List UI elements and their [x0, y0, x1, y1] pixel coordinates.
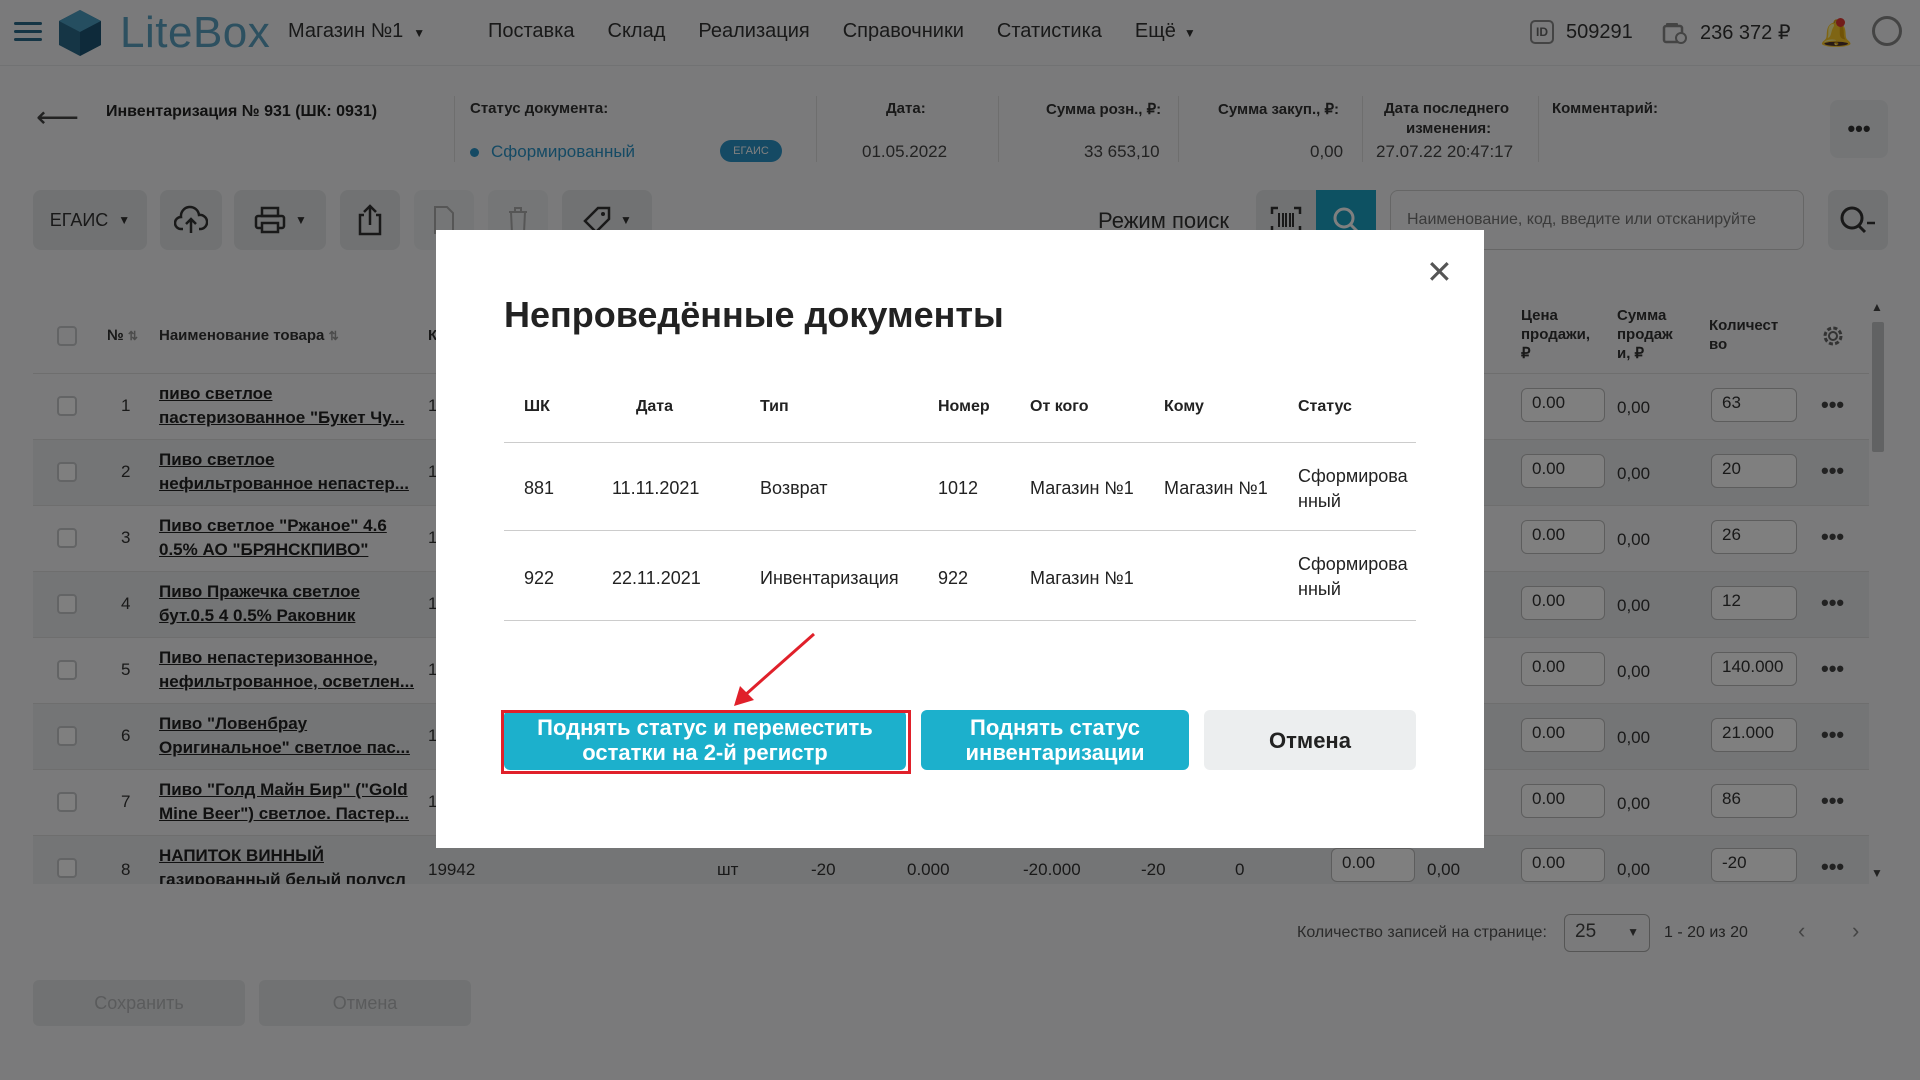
doc-number: 922: [938, 568, 969, 588]
highlight-box: [501, 710, 911, 774]
column-from: От кого: [1030, 398, 1089, 415]
doc-type: Инвентаризация: [760, 568, 899, 588]
doc-from: Магазин №1: [1030, 478, 1134, 498]
doc-barcode: 881: [524, 478, 555, 498]
doc-date: 22.11.2021: [612, 568, 701, 588]
column-date: Дата: [636, 398, 674, 415]
red-arrow-icon: [734, 632, 815, 706]
divider: [504, 620, 1416, 621]
column-barcode: ШК: [524, 398, 550, 415]
doc-from: Магазин №1: [1030, 568, 1134, 588]
divider: [504, 442, 1416, 443]
doc-barcode: 922: [524, 568, 555, 588]
modal-cancel-button[interactable]: Отмена: [1204, 710, 1416, 770]
divider: [504, 530, 1416, 531]
column-type: Тип: [760, 398, 789, 415]
column-to: Кому: [1164, 398, 1204, 415]
column-number: Номер: [938, 398, 990, 415]
close-icon[interactable]: ✕: [1426, 256, 1453, 288]
doc-date: 11.11.2021: [612, 478, 700, 498]
modal-title: Непроведённые документы: [504, 294, 1004, 335]
doc-number: 1012: [938, 478, 979, 498]
doc-status: Сформирова нный: [1298, 554, 1408, 599]
doc-status: Сформирова нный: [1298, 466, 1408, 511]
doc-to: Магазин №1: [1164, 478, 1268, 498]
raise-inventory-status-button[interactable]: Поднять статус инвентаризации: [921, 710, 1189, 770]
column-status: Статус: [1298, 398, 1352, 415]
doc-type: Возврат: [760, 478, 828, 498]
